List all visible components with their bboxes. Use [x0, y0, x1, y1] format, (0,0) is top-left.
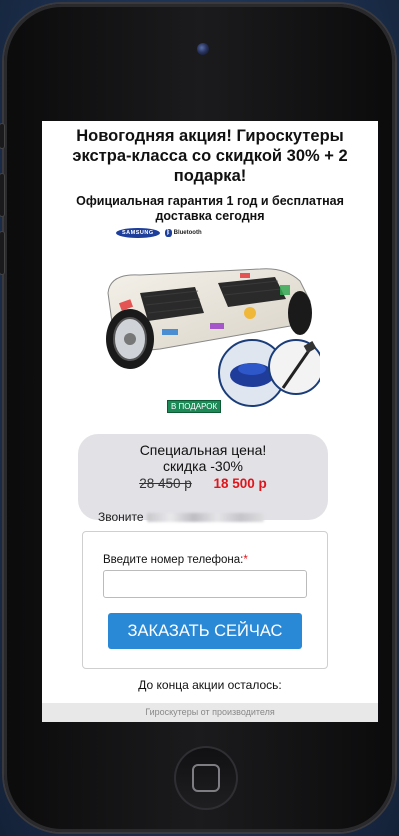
new-price: 18 500 р [213, 476, 267, 491]
phone-label-text: Введите номер телефона: [103, 554, 244, 566]
phone-screen: Новогодняя акция! Гироскутеры экстра-кла… [42, 121, 378, 722]
hoverboard-image [106, 268, 320, 407]
price-row: 28 450 р 18 500 р [78, 476, 328, 491]
discount-label: скидка -30% [163, 458, 243, 474]
footer-bar: Гироскутеры от производителя [42, 703, 378, 722]
blurred-phone-number[interactable] [146, 512, 264, 522]
gift-circles [218, 339, 320, 407]
offer-box: Специальная цена! скидка -30% 28 450 р 1… [78, 434, 328, 520]
order-now-button[interactable]: ЗАКАЗАТЬ СЕЙЧАС [108, 613, 302, 649]
mute-switch [0, 124, 4, 148]
front-camera-icon [197, 43, 209, 55]
offer-title: Специальная цена! [139, 442, 267, 458]
gift-badge: В ПОДАРОК [167, 400, 222, 413]
brand-logos: SAMSUNG ᛒ Bluetooth [116, 228, 202, 238]
bluetooth-logo: ᛒ Bluetooth [164, 229, 202, 237]
home-button[interactable] [174, 746, 238, 810]
call-label: Звоните [98, 510, 144, 524]
phone-input[interactable] [103, 570, 307, 598]
volume-down-button [0, 232, 4, 274]
order-form: Введите номер телефона:* ЗАКАЗАТЬ СЕЙЧАС [82, 531, 328, 669]
volume-up-button [0, 174, 4, 216]
countdown-label: До конца акции осталось: [138, 678, 282, 692]
subheadline: Официальная гарантия 1 год и бесплатная … [76, 194, 344, 223]
bluetooth-label: Bluetooth [173, 230, 202, 236]
old-price: 28 450 р [139, 476, 192, 491]
phone-label: Введите номер телефона:* [103, 554, 248, 566]
home-button-icon [192, 764, 220, 792]
required-mark: * [243, 554, 248, 566]
headline: Новогодняя акция! Гироскутеры экстра-кла… [72, 127, 348, 185]
call-row: Звоните [98, 510, 264, 524]
samsung-logo: SAMSUNG [116, 228, 160, 238]
bluetooth-icon: ᛒ [164, 229, 172, 237]
